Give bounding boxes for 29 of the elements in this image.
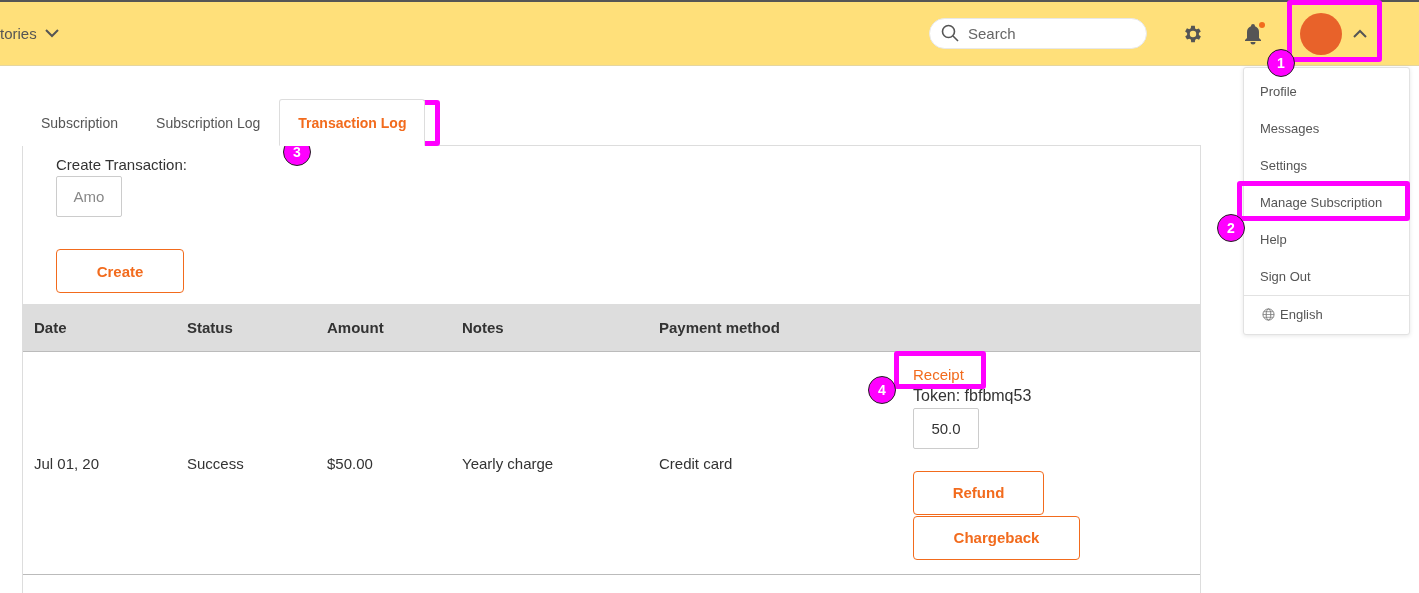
menu-item[interactable]: Messages xyxy=(1244,110,1409,147)
column-header: Payment method xyxy=(648,304,897,352)
step-number: 4 xyxy=(868,376,896,404)
globe-icon xyxy=(1262,308,1275,321)
column-header: Status xyxy=(176,304,316,352)
refund-amount-field[interactable]: 50.0 xyxy=(913,407,979,449)
menu-item[interactable]: Manage Subscription xyxy=(1244,184,1409,221)
menu-item[interactable]: Sign Out xyxy=(1244,258,1409,295)
search-field[interactable]: Search xyxy=(929,18,1147,49)
language-option[interactable]: English xyxy=(1280,307,1323,322)
search-icon xyxy=(941,24,959,42)
create-transaction-label: Create Transaction: xyxy=(56,156,187,173)
menu-item[interactable]: Help xyxy=(1244,221,1409,258)
table-cell: Yearly charge xyxy=(462,454,554,472)
table-cell: Success xyxy=(187,454,244,472)
avatar[interactable] xyxy=(1300,12,1342,55)
column-header: Notes xyxy=(451,304,648,352)
nav-label[interactable]: tories xyxy=(0,25,59,42)
table-cell: $50.00 xyxy=(327,454,373,472)
column-header: Date xyxy=(23,304,176,352)
chevron-down-icon xyxy=(44,29,59,38)
table-cell: Credit card xyxy=(659,454,733,472)
table-cell: Jul 01, 20 xyxy=(34,454,100,472)
step-number: 2 xyxy=(1217,214,1245,242)
column-header: Amount xyxy=(316,304,451,352)
menu-item[interactable]: Settings xyxy=(1244,147,1409,184)
amount-field[interactable]: Amo xyxy=(56,176,122,217)
token-text: Token: fbfbmq53 xyxy=(913,386,1032,405)
chevron-up-icon[interactable] xyxy=(1353,29,1367,38)
